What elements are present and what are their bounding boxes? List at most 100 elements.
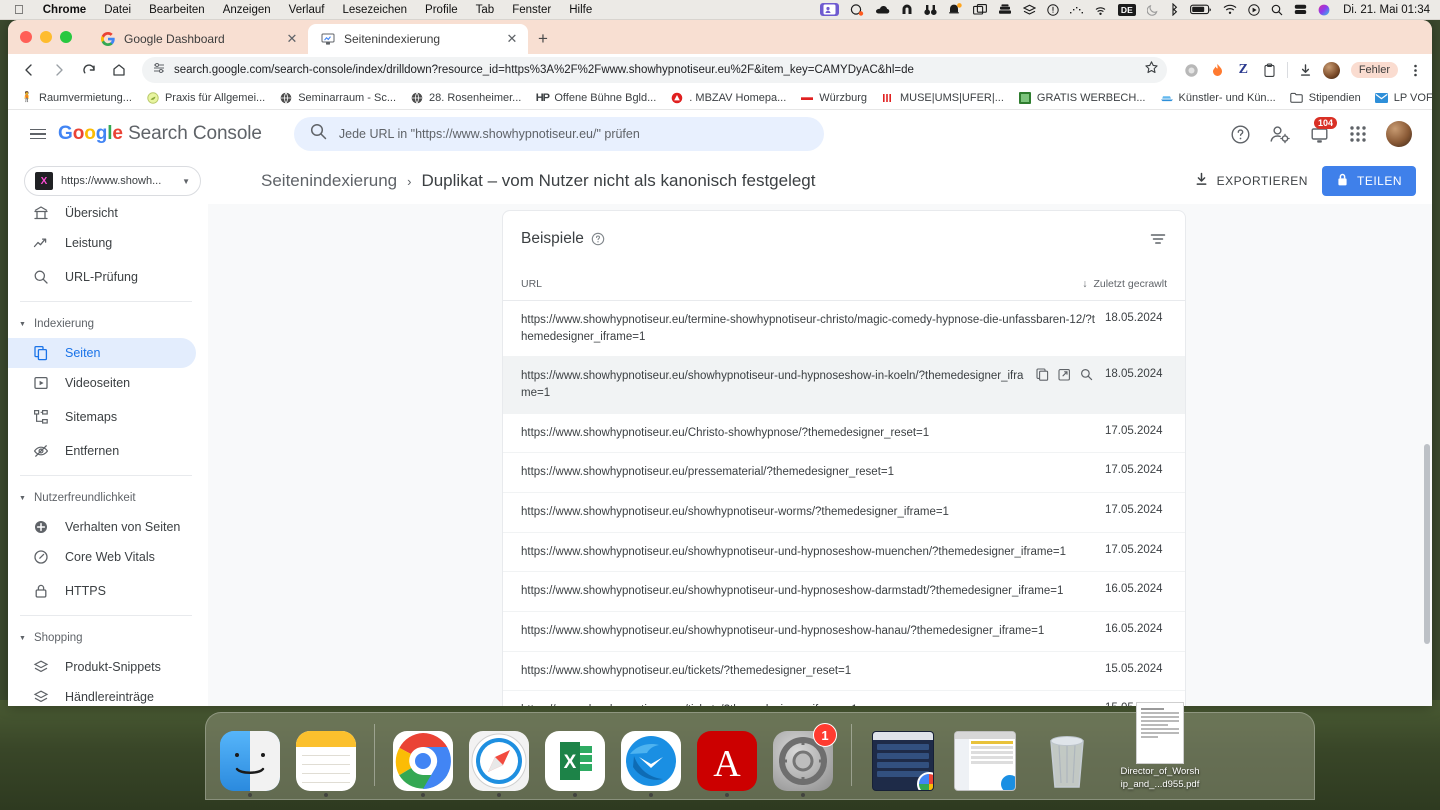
copy-icon[interactable]	[1036, 368, 1049, 386]
sidebar-item-seiten[interactable]: Seiten	[8, 338, 196, 368]
window-switcher-icon[interactable]	[972, 4, 987, 15]
table-row[interactable]: https://www.showhypnotiseur.eu/tickets/?…	[503, 691, 1185, 706]
bookmark-raumvermietung[interactable]: 🧍 Raumvermietung...	[14, 89, 138, 107]
extension-clipboard-icon[interactable]	[1261, 62, 1278, 79]
table-row[interactable]: https://www.showhypnotiseur.eu/showhypno…	[503, 357, 1185, 414]
bookmark-mbzav[interactable]: . MBZAV Homepa...	[664, 89, 792, 107]
bookmark-rosenheimer[interactable]: 28. Rosenheimer...	[404, 89, 527, 107]
sidebar-group-indexierung[interactable]: ▼ Indexierung	[8, 310, 208, 338]
battery-icon[interactable]	[1190, 4, 1212, 15]
bookmark-museumsufer[interactable]: MUSE|UMS|UFER|...	[875, 89, 1010, 107]
bookmark-offene-buehne[interactable]: HP Offene Bühne Bgld...	[529, 89, 662, 107]
bookmark-star-icon[interactable]	[1144, 60, 1159, 80]
menubar-item-bearbeiten[interactable]: Bearbeiten	[140, 4, 214, 16]
sidebar-item-sitemaps[interactable]: Sitemaps	[8, 402, 196, 432]
menubar-item-tab[interactable]: Tab	[467, 4, 504, 16]
open-in-new-icon[interactable]	[1058, 368, 1071, 386]
close-tab-icon[interactable]: ✕	[284, 31, 300, 47]
dock-item-notizen[interactable]	[292, 723, 360, 797]
sidebar-item-uebersicht[interactable]: Übersicht	[8, 204, 196, 228]
sidebar-item-haendlereintraege[interactable]: Händlereinträge	[8, 682, 196, 706]
stacks-icon[interactable]	[998, 4, 1012, 15]
apple-menu-icon[interactable]: 	[8, 3, 34, 16]
layers-icon[interactable]	[1022, 4, 1036, 16]
dock-item-file[interactable]: Director_of_Worsh ip_and_...d955.pdf	[1112, 702, 1208, 791]
menubar-app-name[interactable]: Chrome	[34, 4, 95, 16]
profile-avatar-icon[interactable]	[1322, 61, 1340, 79]
site-settings-icon[interactable]	[152, 61, 166, 80]
bookmark-kuenstler[interactable]: Künstler- und Kün...	[1154, 89, 1282, 107]
spotlight-search-icon[interactable]	[1271, 4, 1283, 16]
bookmark-gratis-werbech[interactable]: GRATIS WERBECH...	[1012, 89, 1152, 107]
menubar-clock[interactable]: Di. 21. Mai 01:34	[1341, 4, 1430, 16]
downloads-icon[interactable]	[1297, 62, 1314, 79]
sidebar-group-shopping[interactable]: ▼ Shopping	[8, 624, 208, 652]
sidebar-item-leistung[interactable]: Leistung	[8, 228, 196, 258]
wifi-icon[interactable]	[1223, 4, 1237, 15]
column-header-date[interactable]: ↓ Zuletzt gecrawlt	[1082, 278, 1167, 290]
dock-item-chrome[interactable]	[389, 723, 457, 797]
url-inspection-search[interactable]: Jede URL in "https://www.showhypnotiseur…	[293, 117, 824, 151]
table-row[interactable]: https://www.showhypnotiseur.eu/termine-s…	[503, 301, 1185, 358]
menubar-item-datei[interactable]: Datei	[95, 4, 140, 16]
siri-icon[interactable]	[1318, 4, 1330, 16]
bluetooth-icon[interactable]	[1170, 3, 1179, 16]
notification-bell-icon[interactable]	[948, 3, 962, 16]
inspect-search-icon[interactable]	[1080, 368, 1093, 386]
bookmark-stipendien[interactable]: Stipendien	[1284, 89, 1367, 107]
table-row[interactable]: https://www.showhypnotiseur.eu/tickets/?…	[503, 652, 1185, 692]
tab-seitenindexierung[interactable]: Seitenindexierung ✕	[308, 24, 528, 54]
forward-icon[interactable]	[46, 57, 72, 83]
dock-item-excel[interactable]: X	[541, 723, 609, 797]
notifications-icon[interactable]: 104	[1309, 116, 1338, 145]
sidebar-item-produkt-snippets[interactable]: Produkt-Snippets	[8, 652, 196, 682]
chrome-menu-icon[interactable]	[1407, 62, 1424, 79]
table-row[interactable]: https://www.showhypnotiseur.eu/Christo-s…	[503, 414, 1185, 454]
minimize-window-button[interactable]	[40, 31, 52, 43]
bookmark-lp-vofi-konzept[interactable]: LP VOFI-Konzept	[1369, 89, 1432, 107]
table-row[interactable]: https://www.showhypnotiseur.eu/showhypno…	[503, 612, 1185, 652]
share-button[interactable]: TEILEN	[1321, 166, 1416, 196]
bookmark-seminarraum[interactable]: Seminarraum - Sc...	[273, 89, 402, 107]
sidebar-item-https[interactable]: HTTPS	[8, 576, 196, 606]
dock-item-acrobat[interactable]: A	[693, 723, 761, 797]
filter-icon[interactable]	[1149, 230, 1167, 248]
dropbox-icon[interactable]	[850, 3, 864, 16]
extension-adblock-icon[interactable]	[1183, 62, 1200, 79]
close-tab-icon[interactable]: ✕	[504, 31, 520, 47]
control-strip-icon[interactable]	[1294, 4, 1307, 15]
alert-circle-icon[interactable]	[1047, 3, 1059, 16]
menu-hamburger-icon[interactable]	[20, 116, 56, 152]
apps-grid-icon[interactable]	[1348, 124, 1368, 144]
menubar-item-profile[interactable]: Profile	[416, 4, 467, 16]
sidebar-item-verhalten-von-seiten[interactable]: Verhalten von Seiten	[8, 512, 196, 542]
dotted-box-icon[interactable]	[1069, 5, 1083, 15]
bookmark-wuerzburg[interactable]: Würzburg	[794, 89, 873, 107]
menubar-item-fenster[interactable]: Fenster	[503, 4, 560, 16]
screen-sharing-icon[interactable]	[819, 3, 839, 16]
tab-google-dashboard[interactable]: Google Dashboard ✕	[88, 24, 308, 54]
sidebar-item-url-pruefung[interactable]: URL-Prüfung	[8, 262, 196, 292]
dock-item-trash[interactable]	[1030, 723, 1104, 791]
dock-minimized-thunderbird-window[interactable]	[948, 723, 1022, 791]
dock-item-safari[interactable]	[465, 723, 533, 797]
property-selector[interactable]: X https://www.showh... ▼	[24, 166, 201, 196]
dock-item-finder[interactable]	[216, 723, 284, 797]
sidebar-item-videoseiten[interactable]: Videoseiten	[8, 368, 196, 398]
account-avatar[interactable]	[1386, 121, 1412, 147]
back-icon[interactable]	[16, 57, 42, 83]
dock-item-thunderbird[interactable]	[617, 723, 685, 797]
keyboard-layout-badge[interactable]: DE	[1117, 3, 1137, 16]
export-button[interactable]: EXPORTIEREN	[1194, 172, 1308, 190]
menubar-item-verlauf[interactable]: Verlauf	[280, 4, 334, 16]
menubar-item-hilfe[interactable]: Hilfe	[560, 4, 601, 16]
help-icon[interactable]	[591, 232, 605, 246]
reload-icon[interactable]	[76, 57, 102, 83]
user-settings-icon[interactable]	[1269, 124, 1291, 145]
bookmark-praxis[interactable]: Praxis für Allgemei...	[140, 89, 271, 107]
table-row[interactable]: https://www.showhypnotiseur.eu/showhypno…	[503, 493, 1185, 533]
binoculars-icon[interactable]	[924, 4, 937, 16]
cloud-icon[interactable]	[875, 5, 890, 15]
profile-error-pill[interactable]: Fehler	[1350, 62, 1398, 78]
app-brand[interactable]: Google Search Console	[56, 123, 262, 145]
